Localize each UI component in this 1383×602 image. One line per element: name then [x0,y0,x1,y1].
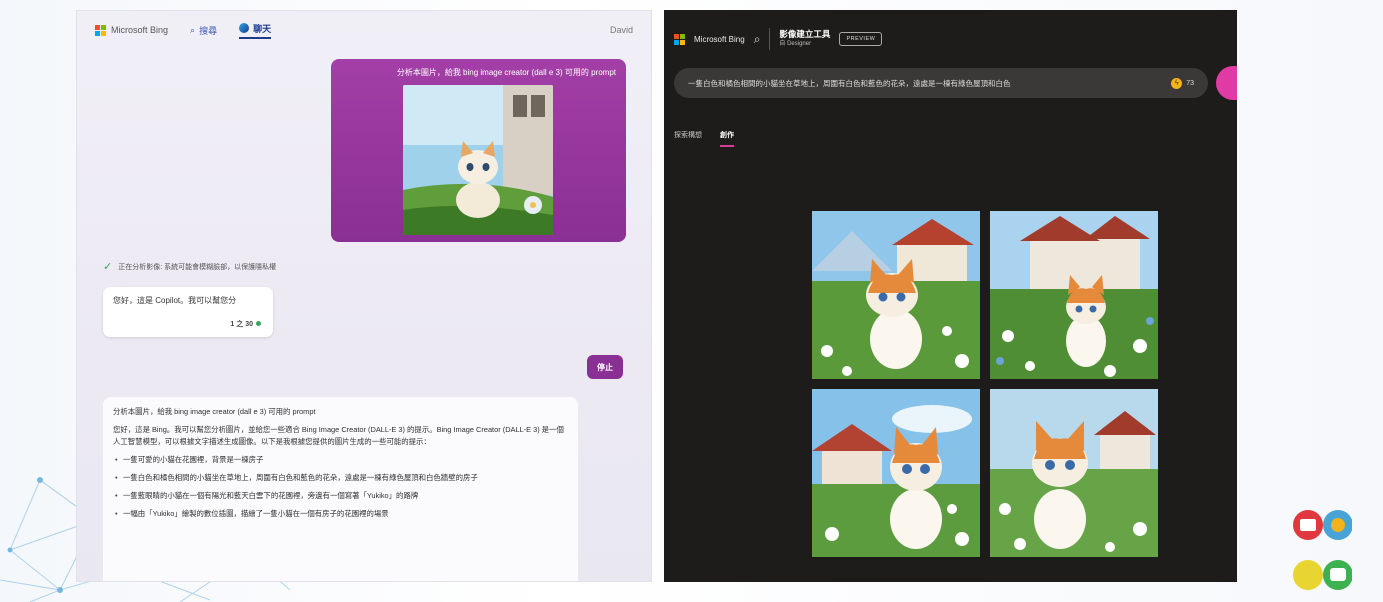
search-icon[interactable]: ⌕ [754,32,761,47]
stop-button[interactable]: 停止 [587,355,623,379]
prompt-suggestion: 一隻可愛的小貓在花園裡，背景是一棟房子 [113,454,568,466]
copilot-header: Microsoft Bing ⌕ 搜尋 聊天 David [77,11,651,49]
boost-counter[interactable]: ϟ 73 [1171,77,1194,89]
microsoft-logo-icon [95,24,106,36]
microsoft-logo-icon [674,33,685,45]
generated-image-4[interactable] [990,389,1158,557]
creator-tabs: 探索構想 創作 [674,130,734,147]
screenshot-canvas: Microsoft Bing ⌕ 搜尋 聊天 David 分析本圖片，給我 bi… [0,0,1383,602]
turn-counter: 1 之 30 [230,319,261,329]
copilot-chat-panel: Microsoft Bing ⌕ 搜尋 聊天 David 分析本圖片，給我 bi… [76,10,652,582]
generated-image-grid [812,211,1160,561]
turn-counter-text: 1 之 30 [230,321,253,328]
bot-greeting-card: 您好，這是 Copilot。我可以幫您分 1 之 30 [103,287,273,337]
tab-search[interactable]: ⌕ 搜尋 [190,24,217,37]
checkmark-icon: ✓ [103,261,113,273]
generated-cat-image-3 [812,389,980,557]
tool-title-block: 影像建立工具 自 Designer [779,29,830,49]
preview-badge: PREVIEW [839,32,883,46]
tab-search-label: 搜尋 [199,25,218,36]
generated-cat-image-2 [990,211,1158,379]
user-message-bubble: 分析本圖片，給我 bing image creator (dall e 3) 可… [331,59,626,242]
answer-question: 分析本圖片，給我 bing image creator (dall e 3) 可… [113,407,316,416]
prompt-text: 一隻白色和橘色相間的小貓坐在草地上，周圍有白色和藍色的花朵，遠處是一棟有綠色屋頂… [688,78,1011,88]
header-divider [769,28,771,50]
status-dot-icon [256,321,261,326]
uploaded-cat-image[interactable] [403,85,553,235]
decorative-badges [1293,510,1352,590]
brand-label[interactable]: Microsoft Bing [694,35,745,44]
brand-label: Microsoft Bing [111,25,169,35]
generated-cat-image-4 [990,389,1158,557]
image-creator-panel: Microsoft Bing ⌕ 影像建立工具 自 Designer PREVI… [664,10,1237,582]
generated-image-3[interactable] [812,389,980,557]
analysis-status: ✓ 正在分析影像: 系統可能會模糊臉部，以保護隱私權 [103,260,276,273]
answer-intro: 您好，這是 Bing。我可以幫您分析圖片，並給您一些適合 Bing Image … [113,425,564,446]
tab-chat-label: 聊天 [253,23,272,34]
boost-coin-icon: ϟ [1171,77,1183,89]
tool-title: 影像建立工具 [779,29,831,39]
generated-cat-image-1 [812,211,980,379]
bot-greeting-text: 您好，這是 Copilot。我可以幫您分 [113,296,237,305]
boost-count: 73 [1186,79,1194,87]
chat-icon [239,23,250,33]
user-message-text: 分析本圖片，給我 bing image creator (dall e 3) 可… [396,68,616,77]
create-button[interactable] [1216,66,1237,100]
prompt-suggestion: 一隻白色和橘色相間的小貓坐在草地上，周圍有白色和藍色的花朵，遠處是一棟有綠色屋頂… [113,472,568,484]
cat-illustration [403,85,553,235]
bing-brand[interactable]: Microsoft Bing [95,24,169,36]
generated-image-1[interactable] [812,211,980,379]
prompt-input[interactable]: 一隻白色和橘色相間的小貓坐在草地上，周圍有白色和藍色的花朵，遠處是一棟有綠色屋頂… [674,68,1208,98]
tab-explore[interactable]: 探索構想 [674,130,702,147]
tool-subtitle: 自 Designer [779,41,812,47]
bot-answer-card: 分析本圖片，給我 bing image creator (dall e 3) 可… [103,397,578,581]
user-name[interactable]: David [610,25,633,35]
search-icon: ⌕ [190,24,196,35]
prompt-suggestion: 一幅由「Yukiko」繪製的數位插圖，描繪了一隻小貓在一個有房子的花園裡的場景 [113,508,568,520]
tab-chat[interactable]: 聊天 [239,22,272,39]
prompt-suggestion: 一隻藍眼睛的小貓在一個有陽光和藍天白雲下的花園裡，旁邊有一個寫著「Yukiko」… [113,490,568,502]
generated-image-2[interactable] [990,211,1158,379]
image-creator-header: Microsoft Bing ⌕ 影像建立工具 自 Designer PREVI… [674,28,883,50]
prompt-suggestion-list: 一隻可愛的小貓在花園裡，背景是一棟房子 一隻白色和橘色相間的小貓坐在草地上，周圍… [113,454,568,520]
analysis-status-text: 正在分析影像: 系統可能會模糊臉部，以保護隱私權 [118,263,277,271]
tab-creations[interactable]: 創作 [720,130,734,147]
